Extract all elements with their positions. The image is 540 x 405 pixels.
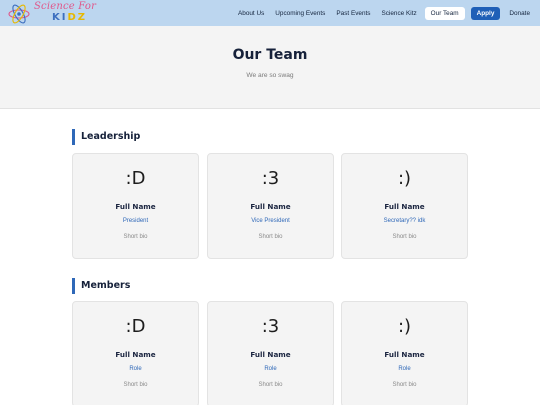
member-bio: Short bio (392, 234, 417, 240)
member-role: Role (129, 366, 142, 372)
member-emoticon: :D (125, 316, 146, 337)
nav-our-team[interactable]: Our Team (424, 6, 465, 20)
team-card: :D Full Name Role Short bio (72, 301, 199, 405)
member-name: Full Name (115, 350, 156, 359)
leadership-heading: Leadership (72, 129, 140, 145)
member-name: Full Name (250, 350, 291, 359)
member-emoticon: :) (397, 168, 412, 189)
team-card: :) Full Name Role Short bio (341, 301, 468, 405)
nav-donate[interactable]: Donate (509, 8, 530, 19)
top-navbar: Science For KIDZ About Us Upcoming Event… (0, 0, 540, 26)
team-card: :3 Full Name Vice President Short bio (207, 153, 334, 259)
nav-about-us[interactable]: About Us (238, 8, 264, 19)
member-name: Full Name (250, 202, 291, 211)
page-title: Our Team (232, 47, 308, 63)
member-bio: Short bio (123, 382, 148, 388)
member-role: Role (398, 366, 411, 372)
atom-icon (8, 4, 30, 24)
member-emoticon: :) (397, 316, 412, 337)
member-role: Secretary?? idk (383, 218, 426, 224)
member-bio: Short bio (258, 234, 283, 240)
nav-past-events[interactable]: Past Events (336, 8, 370, 19)
member-name: Full Name (384, 350, 425, 359)
member-role: President (122, 218, 149, 224)
site-logo[interactable]: Science For KIDZ (6, 1, 96, 25)
member-emoticon: :3 (261, 316, 280, 337)
nav-upcoming-events[interactable]: Upcoming Events (275, 8, 325, 19)
member-bio: Short bio (123, 234, 148, 240)
team-card: :) Full Name Secretary?? idk Short bio (341, 153, 468, 259)
logo-text-top: Science For (34, 1, 97, 12)
members-heading: Members (72, 278, 130, 294)
member-bio: Short bio (258, 382, 283, 388)
team-card: :3 Full Name Role Short bio (207, 301, 334, 405)
logo-text-bottom: KIDZ (52, 12, 88, 23)
hero-banner: Our Team We are so swag (0, 26, 540, 109)
nav-science-kitz[interactable]: Science Kitz (382, 8, 417, 19)
member-emoticon: :D (125, 168, 146, 189)
member-name: Full Name (115, 202, 156, 211)
member-role: Vice President (251, 218, 290, 224)
member-name: Full Name (384, 202, 425, 211)
member-role: Role (264, 366, 277, 372)
member-bio: Short bio (392, 382, 417, 388)
page-subtitle: We are so swag (246, 72, 294, 79)
apply-button[interactable]: Apply (470, 6, 501, 20)
member-emoticon: :3 (261, 168, 280, 189)
team-card: :D Full Name President Short bio (72, 153, 199, 259)
nav-links: About Us Upcoming Events Past Events Sci… (227, 5, 530, 21)
